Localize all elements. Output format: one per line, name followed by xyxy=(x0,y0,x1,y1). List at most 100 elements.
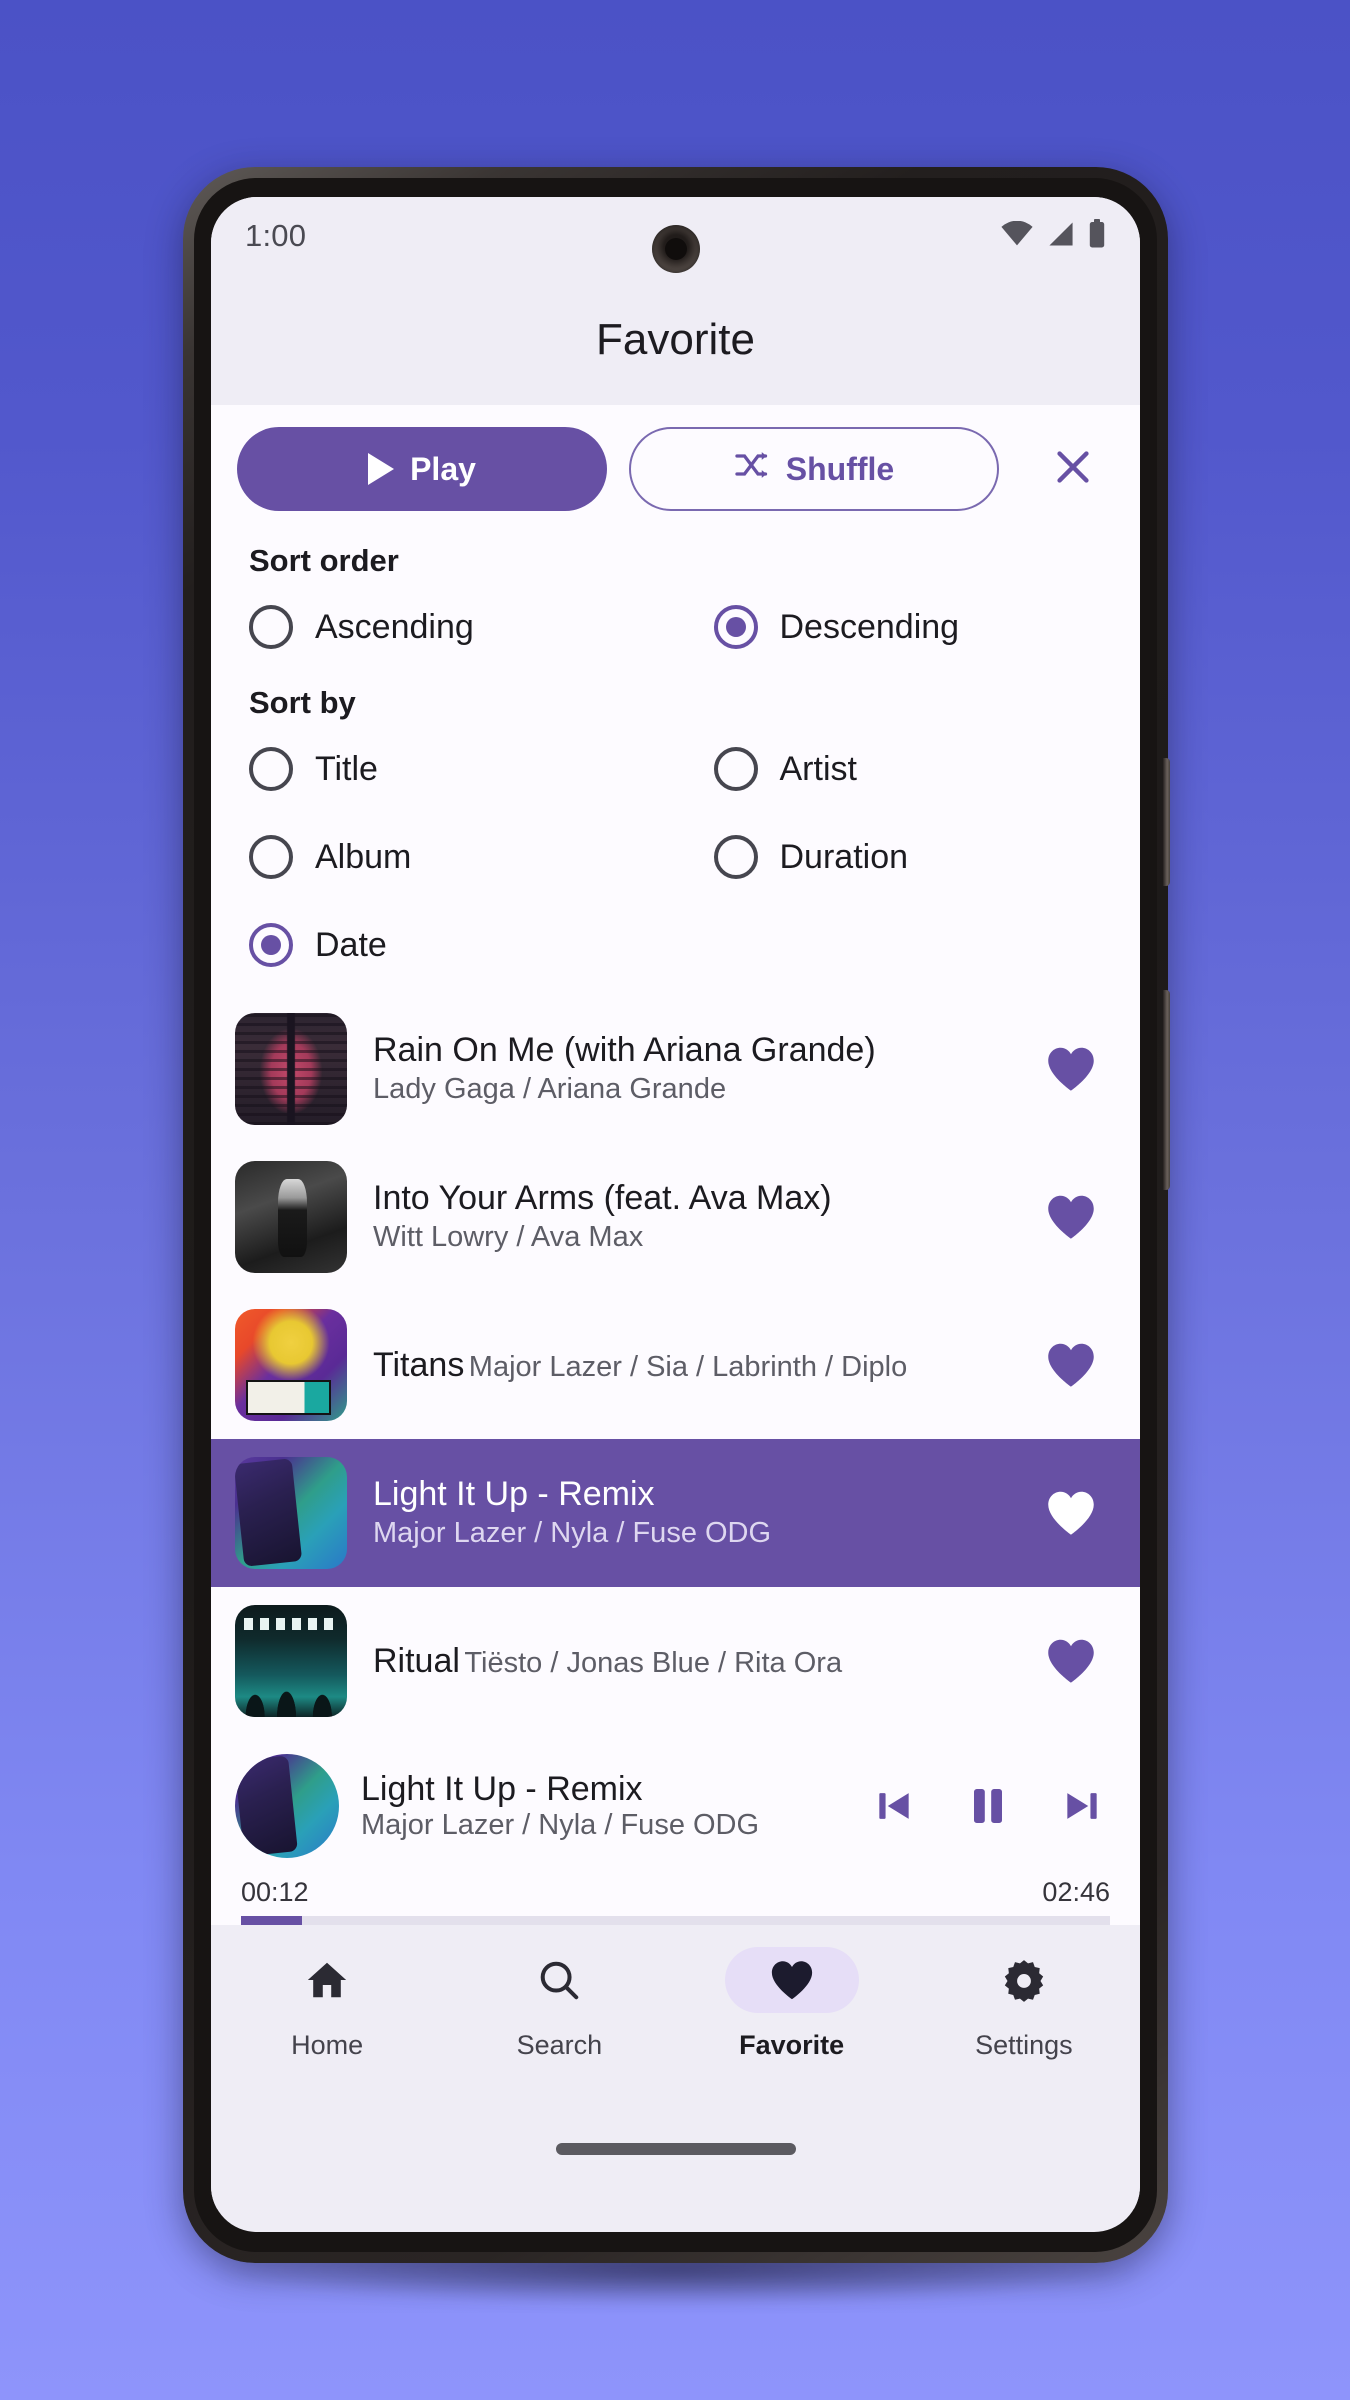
song-title: Titans xyxy=(373,1345,465,1384)
heart-icon xyxy=(1048,1343,1094,1387)
playback-progress-bar[interactable] xyxy=(241,1916,1110,1925)
nav-pill xyxy=(957,1947,1091,2013)
play-pause-button[interactable] xyxy=(964,1782,1012,1830)
gesture-nav-area xyxy=(211,2143,1140,2209)
sort-by-option-duration[interactable]: Duration xyxy=(676,813,1141,901)
battery-icon xyxy=(1088,218,1106,254)
song-meta: Rain On Me (with Ariana Grande) Lady Gag… xyxy=(347,1029,1036,1109)
radio-icon xyxy=(249,835,293,879)
song-list-item[interactable]: Into Your Arms (feat. Ava Max) Witt Lowr… xyxy=(211,1143,1140,1291)
sort-by-option-label: Date xyxy=(315,925,387,964)
pause-icon xyxy=(974,1789,1002,1823)
sort-order-option-descending[interactable]: Descending xyxy=(676,583,1141,671)
play-icon xyxy=(368,453,395,485)
shuffle-button[interactable]: Shuffle xyxy=(629,427,999,511)
gesture-home-bar[interactable] xyxy=(555,2143,796,2155)
close-icon xyxy=(1050,444,1096,495)
nav-item-home[interactable]: Home xyxy=(211,1947,443,2061)
song-title: Light It Up - Remix xyxy=(373,1475,655,1514)
nav-item-favorite[interactable]: Favorite xyxy=(676,1947,908,2061)
radio-icon xyxy=(249,747,293,791)
home-icon xyxy=(307,1962,347,1998)
heart-icon xyxy=(1048,1491,1094,1535)
status-bar: 1:00 xyxy=(211,197,1140,275)
close-button[interactable] xyxy=(1040,436,1106,502)
sort-by-option-album[interactable]: Album xyxy=(211,813,676,901)
playback-times: 00:12 02:46 xyxy=(241,1877,1110,1916)
content-sheet: Play Shuffle Sort order Ascending Descen… xyxy=(211,405,1140,1925)
nav-pill xyxy=(260,1947,394,2013)
mini-player-meta: Light It Up - Remix Major Lazer / Nyla /… xyxy=(339,1770,872,1842)
mini-player[interactable]: Light It Up - Remix Major Lazer / Nyla /… xyxy=(211,1735,1140,1877)
shuffle-button-label: Shuffle xyxy=(785,450,895,487)
skip-previous-button[interactable] xyxy=(872,1784,916,1828)
sort-order-option-label: Descending xyxy=(779,607,960,646)
sort-by-option-label: Duration xyxy=(779,837,909,876)
sort-by-option-title[interactable]: Title xyxy=(211,725,676,813)
favorite-toggle[interactable] xyxy=(1036,1489,1106,1537)
sort-by-options: Title Artist Album Duration Date xyxy=(211,721,1140,989)
volume-button[interactable] xyxy=(1163,990,1170,1190)
nav-pill xyxy=(724,1947,859,2013)
status-bar-clock: 1:00 xyxy=(245,218,307,253)
song-list-item[interactable]: Rain On Me (with Ariana Grande) Lady Gag… xyxy=(211,995,1140,1143)
search-icon xyxy=(541,1961,579,2000)
song-list-item[interactable]: Ritual Tiësto / Jonas Blue / Rita Ora xyxy=(211,1587,1140,1735)
radio-icon xyxy=(713,605,758,649)
sort-order-option-ascending[interactable]: Ascending xyxy=(211,583,676,671)
playback-progress-fill xyxy=(241,1916,302,1925)
song-list-item[interactable]: Titans Major Lazer / Sia / Labrinth / Di… xyxy=(211,1291,1140,1439)
favorite-toggle[interactable] xyxy=(1036,1045,1106,1093)
front-camera-punch-hole xyxy=(651,225,700,273)
bottom-navigation-bar: Home Search Favorite Settings xyxy=(211,1925,1140,2143)
gear-icon xyxy=(1004,1960,1044,2002)
song-meta: Titans Major Lazer / Sia / Labrinth / Di… xyxy=(347,1344,1036,1387)
page-title: Favorite xyxy=(596,315,755,364)
mini-player-controls xyxy=(872,1782,1110,1830)
mini-player-album-art xyxy=(235,1754,339,1858)
radio-icon xyxy=(713,835,758,879)
heart-icon xyxy=(1048,1047,1094,1091)
song-title: Ritual xyxy=(373,1641,460,1680)
play-button[interactable]: Play xyxy=(237,427,607,511)
heart-icon xyxy=(771,1961,812,2000)
heart-icon xyxy=(1048,1639,1094,1683)
favorite-toggle[interactable] xyxy=(1036,1637,1106,1685)
phone-screen: 1:00 Favorite Play Shuffle Sort order As… xyxy=(211,197,1140,2232)
power-button[interactable] xyxy=(1163,758,1170,886)
skip-next-button[interactable] xyxy=(1060,1784,1104,1828)
favorite-toggle[interactable] xyxy=(1036,1341,1106,1389)
play-button-label: Play xyxy=(410,450,476,487)
mini-player-title: Light It Up - Remix xyxy=(361,1770,643,1808)
favorite-toggle[interactable] xyxy=(1036,1193,1106,1241)
nav-item-search[interactable]: Search xyxy=(443,1947,675,2061)
song-list-item-active[interactable]: Light It Up - Remix Major Lazer / Nyla /… xyxy=(211,1439,1140,1587)
song-artist: Major Lazer / Nyla / Fuse ODG xyxy=(373,1517,772,1550)
status-bar-icons xyxy=(1000,218,1106,254)
song-meta: Ritual Tiësto / Jonas Blue / Rita Ora xyxy=(347,1640,1036,1683)
nav-pill xyxy=(492,1947,626,2013)
album-art xyxy=(235,1605,347,1717)
wifi-icon xyxy=(1000,220,1034,252)
cellular-signal-icon xyxy=(1046,221,1076,252)
sort-by-option-artist[interactable]: Artist xyxy=(676,725,1141,813)
sort-by-option-label: Artist xyxy=(779,749,857,788)
shuffle-icon xyxy=(734,450,770,488)
sort-order-label: Sort order xyxy=(249,543,399,578)
radio-icon xyxy=(249,923,293,967)
radio-icon xyxy=(713,747,758,791)
nav-item-settings[interactable]: Settings xyxy=(908,1947,1140,2061)
sort-by-option-label: Album xyxy=(315,837,412,876)
heart-icon xyxy=(1048,1195,1094,1239)
action-row: Play Shuffle xyxy=(211,405,1140,529)
playback-progress-area: 00:12 02:46 xyxy=(211,1877,1140,1925)
song-meta: Into Your Arms (feat. Ava Max) Witt Lowr… xyxy=(347,1177,1036,1257)
song-title: Into Your Arms (feat. Ava Max) xyxy=(373,1179,832,1218)
nav-label: Settings xyxy=(975,2030,1073,2060)
album-art xyxy=(235,1161,347,1273)
radio-icon xyxy=(249,605,293,649)
sort-by-option-label: Title xyxy=(315,749,378,788)
mini-player-artist: Major Lazer / Nyla / Fuse ODG xyxy=(361,1809,760,1841)
sort-by-option-date[interactable]: Date xyxy=(211,901,676,989)
elapsed-time: 00:12 xyxy=(241,1877,309,1907)
